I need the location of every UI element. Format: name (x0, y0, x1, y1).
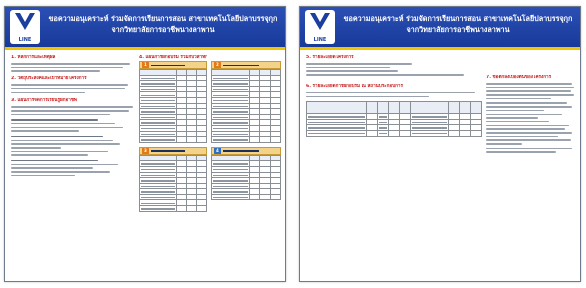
table-column-2: 4. แผนการฝึกอบรม ร่วมกับวิสาหกิจ 1 3 (139, 55, 208, 275)
section-heading: 4. แผนการฝึกอบรม ร่วมกับวิสาหกิจ (139, 55, 207, 60)
training-table-2 (211, 69, 282, 143)
line-logo: LINE (10, 10, 40, 44)
training-schedule-table (306, 101, 482, 137)
page-banner: LINE ขอความอนุเคราะห์ ร่วมจัดการเรียนการ… (5, 7, 285, 47)
banner-title: ขอความอนุเคราะห์ ร่วมจัดการเรียนการสอน ส… (47, 13, 279, 35)
banner-title: ขอความอนุเคราะห์ ร่วมจัดการเรียนการสอน ส… (342, 13, 574, 35)
document-page-left: LINE ขอความอนุเคราะห์ ร่วมจัดการเรียนการ… (4, 6, 286, 282)
training-table-4 (211, 154, 282, 201)
box-header: 3 (139, 146, 207, 155)
section-heading: 2. วัตถุประสงค์และเป้าหมายโครงการ (11, 76, 87, 82)
table-column-3: 2 4 (211, 55, 282, 275)
text-column-2: 7. ข้อตกลงเบื้องต้นของโครงการ (486, 55, 576, 275)
box-header: 1 (139, 61, 207, 69)
banner-title-line-1: ขอความอนุเคราะห์ ร่วมจัดการเรียนการสอน ส… (343, 14, 573, 23)
section-heading: 6. รายละเอียดการฝึกอบรม ณ สถานประกอบการ (306, 83, 403, 89)
section-heading: 3. แผนการจัดการเรียนรู้ฝึกอาชีพ (11, 98, 77, 104)
banner-title-line-1: ขอความอนุเคราะห์ ร่วมจัดการเรียนการสอน ส… (48, 14, 278, 23)
text-column-1: 5. รายละเอียดโครงการ 6. รายละเอียดการฝึก… (306, 55, 482, 275)
banner-stripe (300, 47, 580, 50)
text-column-1: 1. หลักการและเหตุผล 2. วัตถุประสงค์และเป… (11, 55, 135, 275)
page-banner: LINE ขอความอนุเคราะห์ ร่วมจัดการเรียนการ… (300, 7, 580, 47)
banner-stripe (5, 47, 285, 50)
box-header: 2 (211, 61, 281, 69)
banner-title-line-2: จากวิทยาลัยการอาชีพนางลาพาน (111, 25, 215, 34)
page-content: 5. รายละเอียดโครงการ 6. รายละเอียดการฝึก… (306, 55, 576, 275)
box-header: 4 (211, 146, 281, 155)
section-heading: 5. รายละเอียดโครงการ (306, 55, 354, 60)
section-heading: 7. ข้อตกลงเบื้องต้นของโครงการ (486, 75, 552, 80)
logo-text: LINE (313, 37, 327, 43)
training-table-1 (139, 69, 208, 143)
line-logo: LINE (305, 10, 335, 44)
document-page-right: LINE ขอความอนุเคราะห์ ร่วมจัดการเรียนการ… (299, 6, 581, 282)
training-table-3 (139, 154, 208, 212)
page-content: 1. หลักการและเหตุผล 2. วัตถุประสงค์และเป… (11, 55, 282, 275)
v-logo-icon (15, 13, 35, 30)
v-logo-icon (310, 13, 330, 30)
section-heading: 1. หลักการและเหตุผล (11, 55, 56, 60)
logo-text: LINE (18, 37, 32, 43)
banner-title-line-2: จากวิทยาลัยการอาชีพนางลาพาน (406, 25, 510, 34)
